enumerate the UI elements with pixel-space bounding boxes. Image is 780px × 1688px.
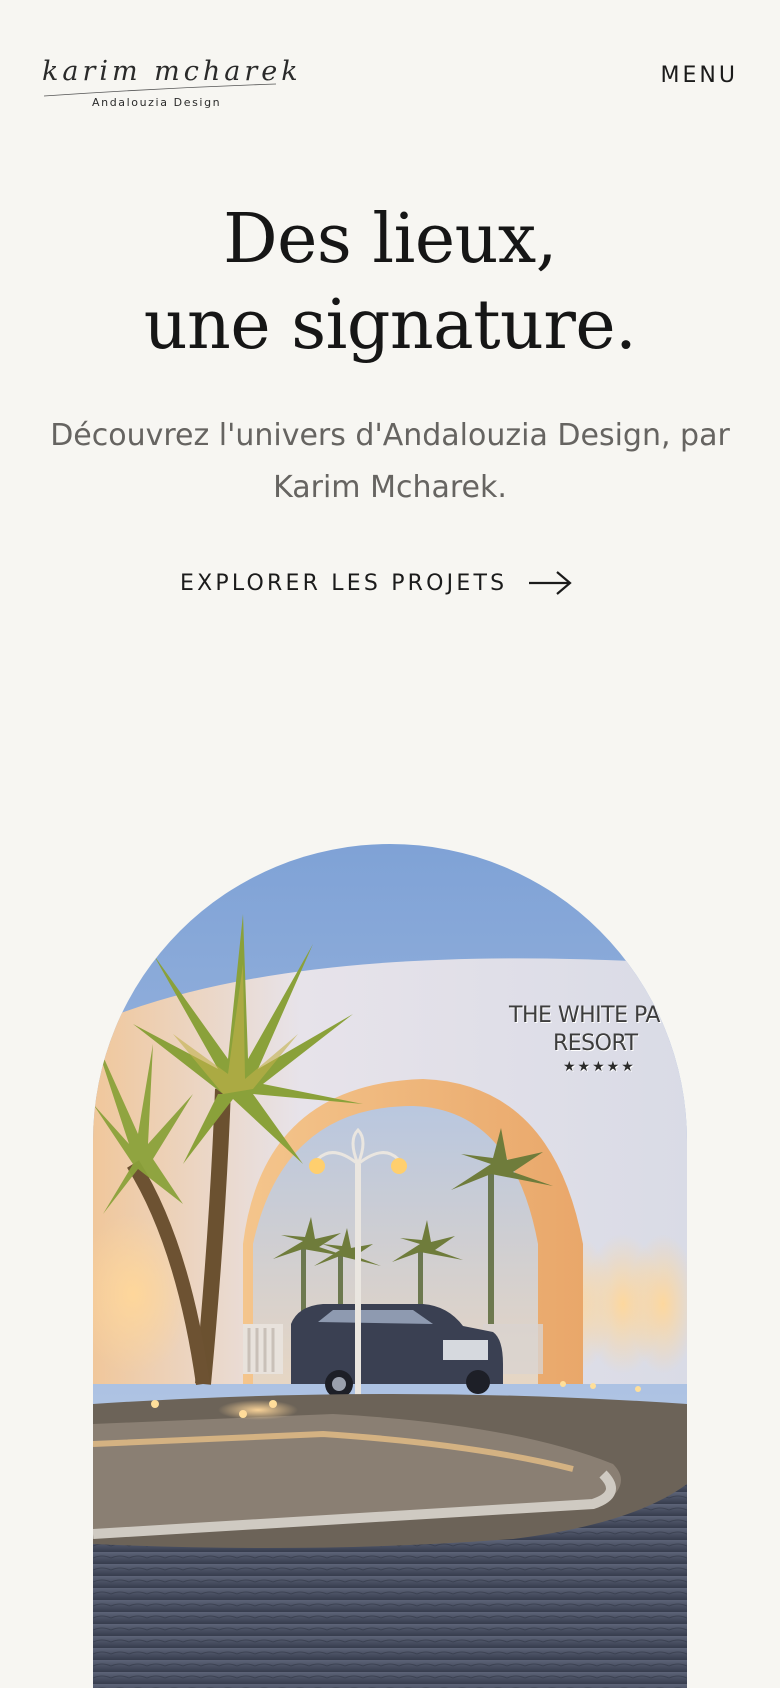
resort-sign-line-2: RESORT xyxy=(553,1031,638,1056)
title-line-2: une signature. xyxy=(143,286,637,365)
logo-script-text: karim mcharek xyxy=(42,56,302,87)
resort-sign-line-1: THE WHITE PA xyxy=(509,1003,660,1028)
page-title: Des lieux, une signature. xyxy=(0,197,780,369)
resort-sign-stars: ★★★★★ xyxy=(563,1059,636,1075)
logo-subtitle: Andalouzia Design xyxy=(92,96,222,109)
title-line-1: Des lieux, xyxy=(223,200,557,279)
menu-button[interactable]: MENU xyxy=(661,63,738,88)
resort-entrance-illustration xyxy=(93,844,687,1688)
site-header: karim mcharek Andalouzia Design MENU xyxy=(0,0,780,150)
resort-sign: THE WHITE PA RESORT ★★★★★ xyxy=(509,1002,687,1076)
cta-label: EXPLORER LES PROJETS xyxy=(180,570,508,596)
featured-project-image[interactable]: THE WHITE PA RESORT ★★★★★ xyxy=(93,844,687,1688)
logo[interactable]: karim mcharek Andalouzia Design xyxy=(40,44,298,114)
hero-subtitle: Découvrez l'univers d'Andalouzia Design,… xyxy=(50,418,730,505)
arrow-right-icon xyxy=(529,571,572,595)
explore-projects-link[interactable]: EXPLORER LES PROJETS xyxy=(180,565,610,601)
